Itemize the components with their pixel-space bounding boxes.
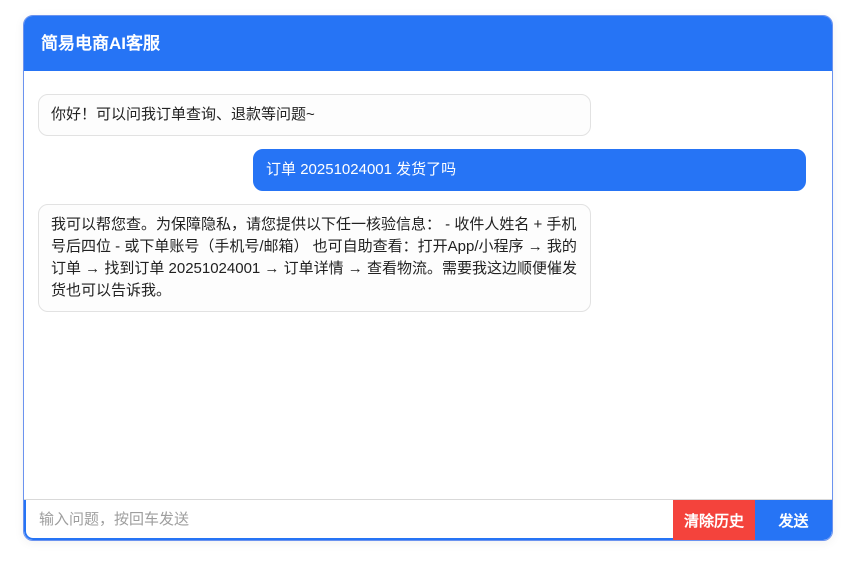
chat-card: 简易电商AI客服 你好！可以问我订单查询、退款等问题~ 订单 202510240… (23, 15, 833, 541)
bot-message-greeting: 你好！可以问我订单查询、退款等问题~ (38, 94, 591, 136)
bot-message-verification-reply: 我可以帮您查。为保障隐私，请您提供以下任一核验信息： - 收件人姓名 + 手机号… (38, 204, 591, 312)
app-header: 简易电商AI客服 (24, 16, 832, 71)
chat-message-list[interactable]: 你好！可以问我订单查询、退款等问题~ 订单 20251024001 发货了吗 我… (24, 71, 832, 499)
composer-bar: 清除历史 发送 (24, 499, 832, 540)
user-message-order-query: 订单 20251024001 发货了吗 (253, 149, 806, 191)
send-button[interactable]: 发送 (755, 500, 832, 540)
clear-history-button[interactable]: 清除历史 (673, 500, 755, 540)
page-title: 简易电商AI客服 (41, 34, 160, 53)
question-input[interactable] (24, 500, 673, 540)
